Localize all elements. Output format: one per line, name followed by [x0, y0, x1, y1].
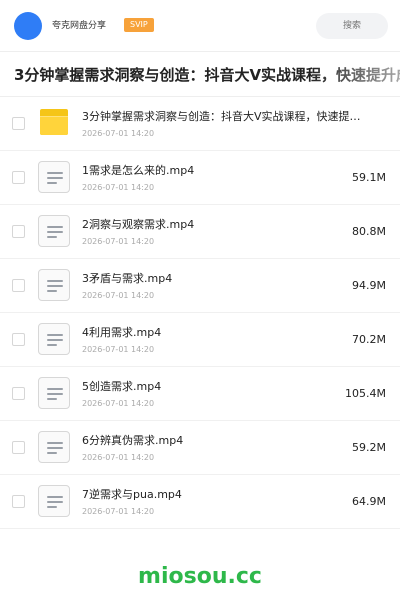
title-fade [310, 53, 400, 96]
file-date: 2026-07-01 14:20 [82, 237, 155, 246]
file-row[interactable]: 6分辨真伪需求.mp4 2026-07-01 14:20 59.2M [0, 421, 400, 475]
file-name[interactable]: 6分辨真伪需求.mp4 [82, 434, 362, 448]
file-size: 59.1M [352, 171, 386, 184]
folder-icon-front [40, 116, 68, 135]
row-checkbox[interactable] [12, 279, 25, 292]
file-size: 80.8M [352, 225, 386, 238]
file-date: 2026-07-01 14:20 [82, 129, 155, 138]
folder-row[interactable]: 3分钟掌握需求洞察与创造：抖音大V实战课程，快速提升成交 2026-07-01 1… [0, 97, 400, 151]
file-size: 59.2M [352, 441, 386, 454]
row-checkbox[interactable] [12, 441, 25, 454]
file-row[interactable]: 7逆需求与pua.mp4 2026-07-01 14:20 64.9M [0, 475, 400, 529]
file-size: 105.4M [345, 387, 386, 400]
file-icon-line [47, 236, 57, 238]
video-file-icon [38, 485, 70, 517]
watermark-text: miosou.cc [138, 564, 262, 589]
row-checkbox[interactable] [12, 387, 25, 400]
video-file-icon [38, 269, 70, 301]
file-name[interactable]: 5创造需求.mp4 [82, 380, 362, 394]
file-icon-line [47, 177, 63, 179]
file-icon-line [47, 447, 63, 449]
folder-icon [40, 109, 68, 135]
file-date: 2026-07-01 14:20 [82, 507, 155, 516]
file-icon-line [47, 344, 57, 346]
avatar[interactable] [14, 12, 42, 40]
file-icon-line [47, 442, 63, 444]
file-date: 2026-07-01 14:20 [82, 399, 155, 408]
file-date: 2026-07-01 14:20 [82, 183, 155, 192]
file-size: 70.2M [352, 333, 386, 346]
file-row[interactable]: 5创造需求.mp4 2026-07-01 14:20 105.4M [0, 367, 400, 421]
file-icon-line [47, 398, 57, 400]
file-row[interactable]: 3矛盾与需求.mp4 2026-07-01 14:20 94.9M [0, 259, 400, 313]
file-row[interactable]: 4利用需求.mp4 2026-07-01 14:20 70.2M [0, 313, 400, 367]
row-checkbox[interactable] [12, 117, 25, 130]
file-icon-line [47, 280, 63, 282]
file-name[interactable]: 3分钟掌握需求洞察与创造：抖音大V实战课程，快速提升成交 [82, 110, 362, 124]
row-checkbox[interactable] [12, 333, 25, 346]
file-date: 2026-07-01 14:20 [82, 453, 155, 462]
file-icon-line [47, 334, 63, 336]
file-icon-line [47, 388, 63, 390]
file-icon-line [47, 290, 57, 292]
file-size: 94.9M [352, 279, 386, 292]
video-file-icon [38, 215, 70, 247]
row-checkbox[interactable] [12, 495, 25, 508]
row-checkbox[interactable] [12, 171, 25, 184]
file-name[interactable]: 1需求是怎么来的.mp4 [82, 164, 362, 178]
file-icon-line [47, 231, 63, 233]
file-icon-line [47, 182, 57, 184]
file-name[interactable]: 7逆需求与pua.mp4 [82, 488, 362, 502]
file-list: 3分钟掌握需求洞察与创造：抖音大V实战课程，快速提升成交 2026-07-01 1… [0, 97, 400, 529]
file-name[interactable]: 3矛盾与需求.mp4 [82, 272, 362, 286]
video-file-icon [38, 161, 70, 193]
file-icon-line [47, 496, 63, 498]
file-icon-line [47, 172, 63, 174]
svip-badge: SVIP [124, 18, 154, 32]
file-row[interactable]: 1需求是怎么来的.mp4 2026-07-01 14:20 59.1M [0, 151, 400, 205]
file-name[interactable]: 2洞察与观察需求.mp4 [82, 218, 362, 232]
share-name: 夸克网盘分享 [52, 21, 107, 31]
search-input[interactable] [316, 13, 388, 39]
file-icon-line [47, 339, 63, 341]
row-checkbox[interactable] [12, 225, 25, 238]
file-date: 2026-07-01 14:20 [82, 345, 155, 354]
video-file-icon [38, 431, 70, 463]
video-file-icon [38, 323, 70, 355]
file-icon-line [47, 393, 63, 395]
video-file-icon [38, 377, 70, 409]
file-icon-line [47, 226, 63, 228]
file-size: 64.9M [352, 495, 386, 508]
file-date: 2026-07-01 14:20 [82, 291, 155, 300]
file-icon-line [47, 506, 57, 508]
title-bar: 3分钟掌握需求洞察与创造：抖音大V实战课程，快速提升成交 [0, 53, 400, 97]
file-icon-line [47, 452, 57, 454]
file-row[interactable]: 2洞察与观察需求.mp4 2026-07-01 14:20 80.8M [0, 205, 400, 259]
file-icon-line [47, 285, 63, 287]
file-icon-line [47, 501, 63, 503]
file-name[interactable]: 4利用需求.mp4 [82, 326, 362, 340]
share-header: 夸克网盘分享 SVIP [0, 0, 400, 52]
